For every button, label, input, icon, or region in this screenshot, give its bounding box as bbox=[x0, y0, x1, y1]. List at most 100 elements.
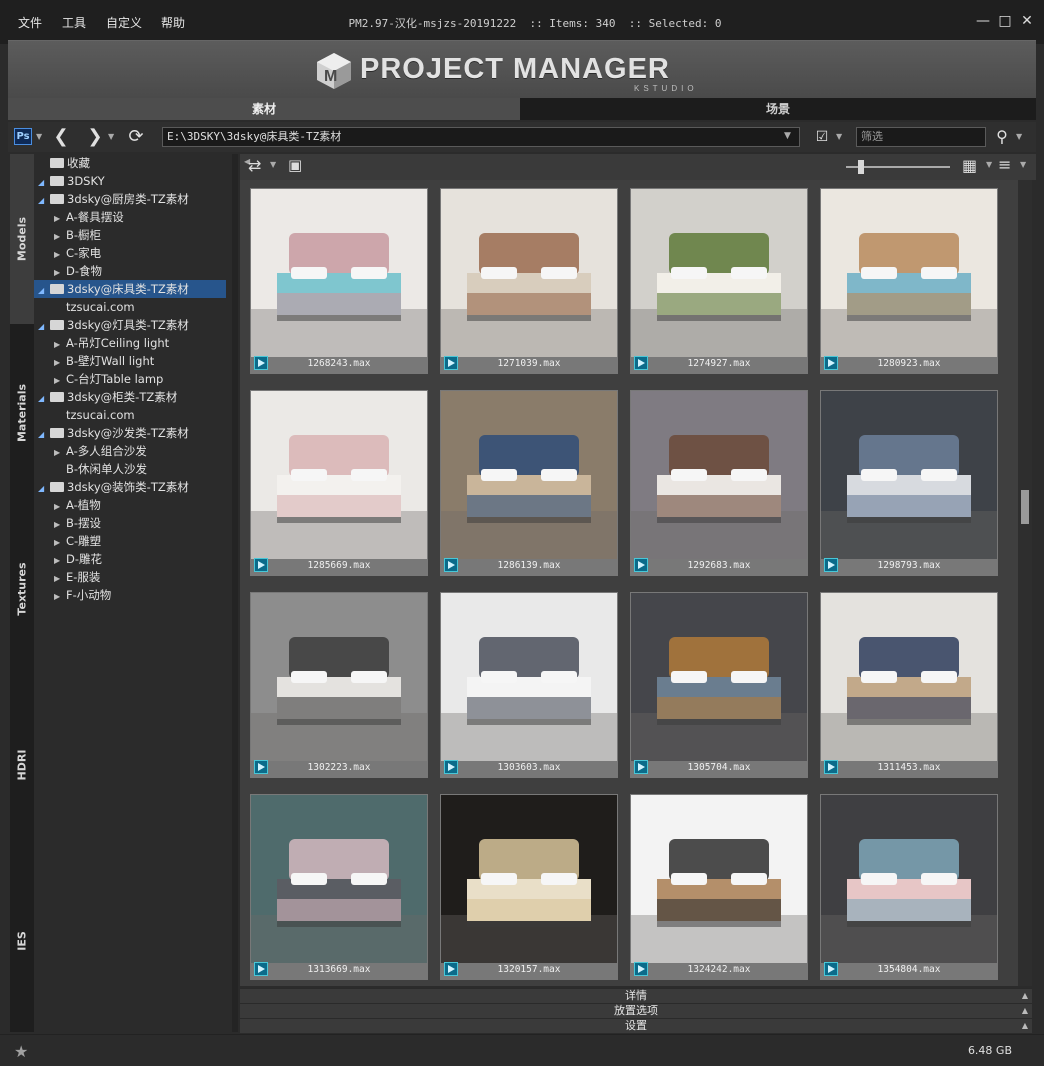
asset-thumbnail[interactable]: 1324242.max bbox=[630, 794, 808, 980]
tree-node[interactable]: ◢ 3dsky@柜类-TZ素材 bbox=[38, 388, 177, 406]
bed-preview-image bbox=[821, 593, 997, 761]
vtab-hdri[interactable]: HDRI bbox=[10, 680, 34, 850]
tree-node[interactable]: ▶ C-台灯Table lamp bbox=[54, 370, 163, 388]
tree-node[interactable]: ◢ 3dsky@床具类-TZ素材 bbox=[34, 280, 226, 298]
asset-thumbnail[interactable]: 1305704.max bbox=[630, 592, 808, 778]
vtab-textures[interactable]: Textures bbox=[10, 504, 34, 674]
asset-thumbnail[interactable]: 1268243.max bbox=[250, 188, 428, 374]
tree-node[interactable]: ◢ 3dsky@沙发类-TZ素材 bbox=[38, 424, 189, 442]
forward-icon[interactable]: ❯ bbox=[86, 126, 104, 148]
chevron-down-icon[interactable]: ▼ bbox=[986, 160, 992, 169]
vtab-models[interactable]: Models bbox=[10, 154, 34, 324]
asset-thumbnail[interactable]: 1286139.max bbox=[440, 390, 618, 576]
panel-splitter[interactable] bbox=[232, 154, 238, 1032]
menu-customize[interactable]: 自定义 bbox=[106, 14, 142, 31]
back-icon[interactable]: ❮ bbox=[52, 126, 70, 148]
asset-thumbnail[interactable]: 1320157.max bbox=[440, 794, 618, 980]
folder-icon bbox=[50, 194, 64, 204]
grid-view-icon[interactable]: ▦ bbox=[962, 156, 977, 175]
import-box-icon[interactable]: ▣ bbox=[288, 156, 302, 174]
maximize-icon[interactable]: □ bbox=[996, 12, 1014, 30]
tree-node[interactable]: ◢ 3dsky@灯具类-TZ素材 bbox=[38, 316, 189, 334]
folder-icon bbox=[50, 284, 64, 294]
panel-placement-options[interactable]: 放置选项 ▲ bbox=[240, 1003, 1032, 1018]
logo-subtext: KSTUDIO bbox=[634, 84, 698, 93]
refresh-icon[interactable]: ⟳ bbox=[126, 126, 146, 148]
path-field[interactable]: E:\3DSKY\3dsky@床具类-TZ素材 bbox=[162, 127, 800, 147]
tree-node[interactable]: ▶ F-小动物 bbox=[54, 586, 111, 604]
tree-node[interactable]: ▶ C-家电 bbox=[54, 244, 101, 262]
chevron-down-icon[interactable]: ▼ bbox=[784, 131, 791, 141]
asset-thumbnail[interactable]: 1303603.max bbox=[440, 592, 618, 778]
close-icon[interactable]: ✕ bbox=[1018, 12, 1036, 30]
tree-node[interactable]: tzsucai.com bbox=[54, 298, 135, 316]
tree-node[interactable]: ▶ A-餐具摆设 bbox=[54, 208, 124, 226]
chevron-down-icon[interactable]: ▼ bbox=[1020, 160, 1026, 169]
tree-node[interactable]: ▶ A-吊灯Ceiling light bbox=[54, 334, 169, 352]
asset-thumbnail[interactable]: 1298793.max bbox=[820, 390, 998, 576]
tree-node[interactable]: tzsucai.com bbox=[54, 406, 135, 424]
menu-help[interactable]: 帮助 bbox=[161, 14, 185, 31]
bed-preview-image bbox=[441, 189, 617, 357]
expanded-arrow-icon[interactable]: ◢ bbox=[38, 390, 50, 408]
expanded-arrow-icon[interactable]: ◢ bbox=[38, 318, 50, 336]
chevron-down-icon[interactable]: ▼ bbox=[270, 160, 276, 169]
asset-filename: 1320157.max bbox=[497, 964, 561, 975]
tree-node[interactable]: ▶ A-植物 bbox=[54, 496, 101, 514]
window-title: PM2.97-汉化-msjzs-20191222 :: Items: 340 :… bbox=[348, 17, 722, 30]
tree-node[interactable]: ▶ D-雕花 bbox=[54, 550, 102, 568]
tree-node[interactable]: ◢ 3dsky@装饰类-TZ素材 bbox=[38, 478, 189, 496]
chevron-down-icon[interactable]: ▼ bbox=[36, 126, 42, 148]
tree-node[interactable]: ▶ C-雕塑 bbox=[54, 532, 101, 550]
bed-preview-image bbox=[251, 593, 427, 761]
expanded-arrow-icon[interactable]: ◢ bbox=[38, 480, 50, 498]
asset-thumbnail[interactable]: 1285669.max bbox=[250, 390, 428, 576]
asset-thumbnail[interactable]: 1271039.max bbox=[440, 188, 618, 374]
asset-thumbnail[interactable]: 1354804.max bbox=[820, 794, 998, 980]
chevron-down-icon[interactable]: ▼ bbox=[836, 126, 842, 148]
tree-node[interactable]: ▶ D-食物 bbox=[54, 262, 102, 280]
search-icon[interactable]: ⚲ bbox=[992, 126, 1012, 148]
sort-icon[interactable]: ≡ bbox=[998, 155, 1011, 174]
tree-node[interactable]: ▶ B-摆设 bbox=[54, 514, 101, 532]
menu-tools[interactable]: 工具 bbox=[62, 14, 86, 31]
asset-thumbnail[interactable]: 1313669.max bbox=[250, 794, 428, 980]
vtab-materials[interactable]: Materials bbox=[10, 328, 34, 498]
tree-node-label: tzsucai.com bbox=[66, 408, 135, 422]
grid-scrollbar[interactable] bbox=[1018, 180, 1032, 986]
vtab-ies[interactable]: IES bbox=[10, 856, 34, 1026]
panel-details[interactable]: 详情 ▲ bbox=[240, 988, 1032, 1003]
menu-file[interactable]: 文件 bbox=[18, 14, 42, 31]
chevron-down-icon[interactable]: ▼ bbox=[1016, 126, 1022, 148]
panel-settings[interactable]: 设置 ▲ bbox=[240, 1018, 1032, 1033]
collapsed-arrow-icon[interactable]: ▶ bbox=[54, 588, 66, 606]
filter-input[interactable]: 筛选 bbox=[856, 127, 986, 147]
expanded-arrow-icon[interactable]: ◢ bbox=[38, 282, 50, 300]
asset-thumbnail[interactable]: 1292683.max bbox=[630, 390, 808, 576]
asset-thumbnail[interactable]: 1274927.max bbox=[630, 188, 808, 374]
tree-node[interactable]: ◢ 3dsky@厨房类-TZ素材 bbox=[38, 190, 189, 208]
asset-thumbnail[interactable]: 1311453.max bbox=[820, 592, 998, 778]
scrollbar-thumb[interactable] bbox=[1021, 490, 1029, 524]
tree-node[interactable]: ▶ A-多人组合沙发 bbox=[54, 442, 147, 460]
chevron-down-icon[interactable]: ▼ bbox=[108, 126, 114, 148]
tab-scene[interactable]: 场景 bbox=[520, 98, 1036, 120]
asset-filename: 1292683.max bbox=[687, 560, 751, 571]
tree-node[interactable]: B-休闲单人沙发 bbox=[54, 460, 147, 478]
tree-node[interactable]: ▶ B-壁灯Wall light bbox=[54, 352, 154, 370]
photoshop-icon[interactable]: Ps bbox=[14, 128, 32, 145]
sync-icon[interactable]: ⇄ bbox=[248, 156, 261, 175]
expanded-arrow-icon[interactable]: ◢ bbox=[38, 192, 50, 210]
asset-thumbnail[interactable]: 1302223.max bbox=[250, 592, 428, 778]
tree-node[interactable]: ◢ 3DSKY bbox=[38, 172, 105, 190]
expanded-arrow-icon[interactable]: ◢ bbox=[38, 426, 50, 444]
minimize-icon[interactable]: — bbox=[974, 12, 992, 30]
tab-assets[interactable]: 素材 bbox=[8, 98, 520, 120]
asset-thumbnail[interactable]: 1280923.max bbox=[820, 188, 998, 374]
tree-node[interactable]: ▶ E-服装 bbox=[54, 568, 100, 586]
star-icon[interactable]: ★ bbox=[14, 1042, 28, 1061]
tree-node[interactable]: 收藏 bbox=[38, 154, 90, 172]
filter-checklist-icon[interactable]: ☑ bbox=[812, 126, 832, 148]
slider-knob[interactable] bbox=[858, 160, 864, 174]
tree-node[interactable]: ▶ B-橱柜 bbox=[54, 226, 101, 244]
